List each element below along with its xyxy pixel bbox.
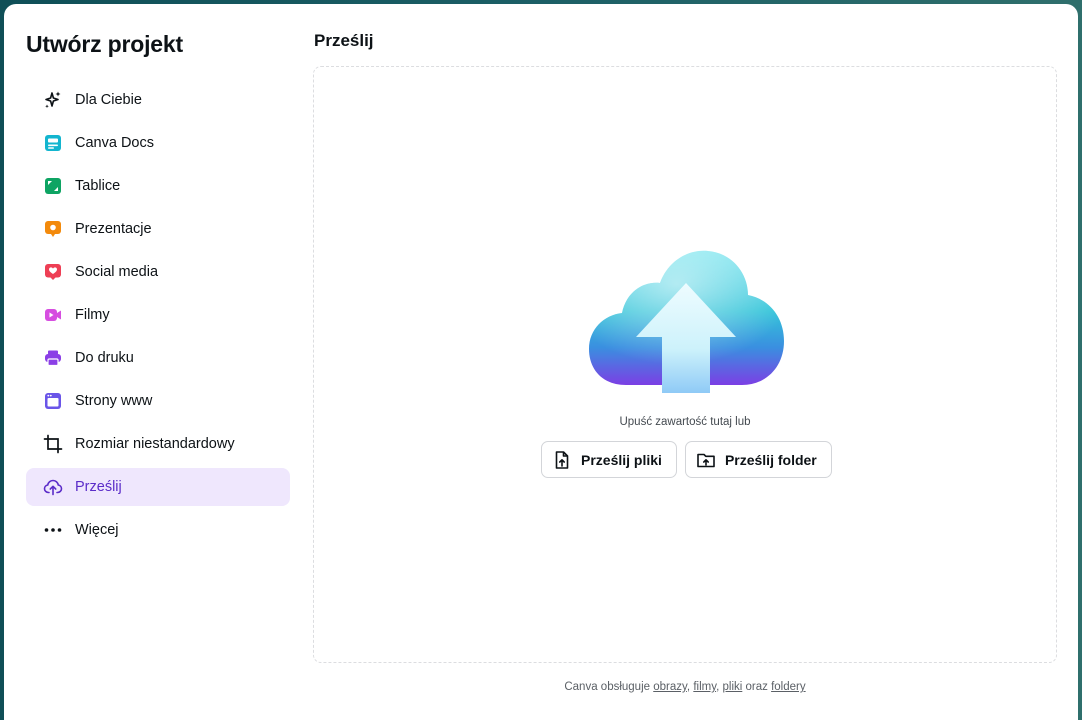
presentation-icon [43, 219, 63, 239]
drop-hint-text: Upuść zawartość tutaj lub [619, 416, 751, 428]
sidebar-item-label: Strony www [75, 393, 153, 409]
upload-folder-label: Prześlij folder [724, 451, 817, 468]
footer-conjunction: oraz [745, 681, 768, 693]
modal-title: Utwórz projekt [26, 31, 183, 57]
footer-separator: , [716, 681, 720, 693]
sidebar-item-label: Canva Docs [75, 135, 154, 151]
link-images[interactable]: obrazy [653, 681, 687, 693]
folder-upload-icon [696, 450, 716, 470]
sidebar-nav: Dla Ciebie Canva Docs Tablice Prezentacj… [26, 81, 290, 549]
upload-dropzone[interactable]: Upuść zawartość tutaj lub Prześlij pliki [313, 66, 1057, 663]
website-icon [43, 391, 63, 411]
sidebar-item-canva-docs[interactable]: Canva Docs [26, 124, 290, 162]
sidebar-item-social-media[interactable]: Social media [26, 253, 290, 291]
upload-folder-button[interactable]: Prześlij folder [684, 441, 832, 478]
upload-files-label: Prześlij pliki [581, 451, 662, 468]
sidebar-item-label: Social media [75, 264, 159, 280]
footer-prefix: Canva obsługuje [564, 681, 651, 693]
sidebar-item-label: Rozmiar niestandardowy [75, 436, 235, 452]
link-folders[interactable]: foldery [771, 681, 806, 693]
sidebar-item-label: Tablice [75, 178, 121, 194]
sidebar-item-videos[interactable]: Filmy [26, 296, 290, 334]
sidebar-item-label: Prezentacje [75, 221, 152, 237]
more-icon [43, 520, 63, 540]
sidebar-item-custom-size[interactable]: Rozmiar niestandardowy [26, 425, 290, 463]
whiteboard-icon [43, 176, 63, 196]
sidebar-item-label: Dla Ciebie [75, 92, 142, 108]
custom-size-icon [43, 434, 63, 454]
sidebar-item-upload[interactable]: Prześlij [26, 468, 290, 506]
sidebar-item-label: Prześlij [75, 479, 122, 495]
upload-button-row: Prześlij pliki Prześlij folder [541, 441, 840, 478]
sidebar-item-more[interactable]: Więcej [26, 511, 290, 549]
sidebar-item-print[interactable]: Do druku [26, 339, 290, 377]
cloud-upload-icon [43, 477, 63, 497]
video-icon [43, 305, 63, 325]
sidebar-item-websites[interactable]: Strony www [26, 382, 290, 420]
footer-separator: , [686, 681, 691, 693]
sidebar-item-label: Do druku [75, 350, 134, 366]
page-title: Prześlij [314, 31, 374, 50]
sidebar-item-for-you[interactable]: Dla Ciebie [26, 81, 290, 119]
print-icon [43, 348, 63, 368]
sidebar: Utwórz projekt Dla Ciebie Canva Docs Tab… [26, 30, 290, 554]
docs-icon [43, 133, 63, 153]
upload-files-button[interactable]: Prześlij pliki [541, 441, 677, 478]
sidebar-item-presentations[interactable]: Prezentacje [26, 210, 290, 248]
heart-icon [43, 262, 63, 282]
sidebar-item-whiteboards[interactable]: Tablice [26, 167, 290, 205]
sparkle-icon [43, 90, 63, 110]
link-videos[interactable]: filmy [693, 681, 716, 693]
supported-formats-note: Canva obsługuje obrazy, filmy, pliki ora… [313, 681, 1057, 693]
sidebar-item-label: Filmy [75, 307, 110, 323]
link-files[interactable]: pliki [723, 681, 743, 693]
file-upload-icon [552, 450, 572, 470]
cloud-upload-illustration [589, 250, 784, 393]
sidebar-item-label: Więcej [75, 522, 119, 538]
create-design-modal: Utwórz projekt Dla Ciebie Canva Docs Tab… [4, 4, 1078, 720]
